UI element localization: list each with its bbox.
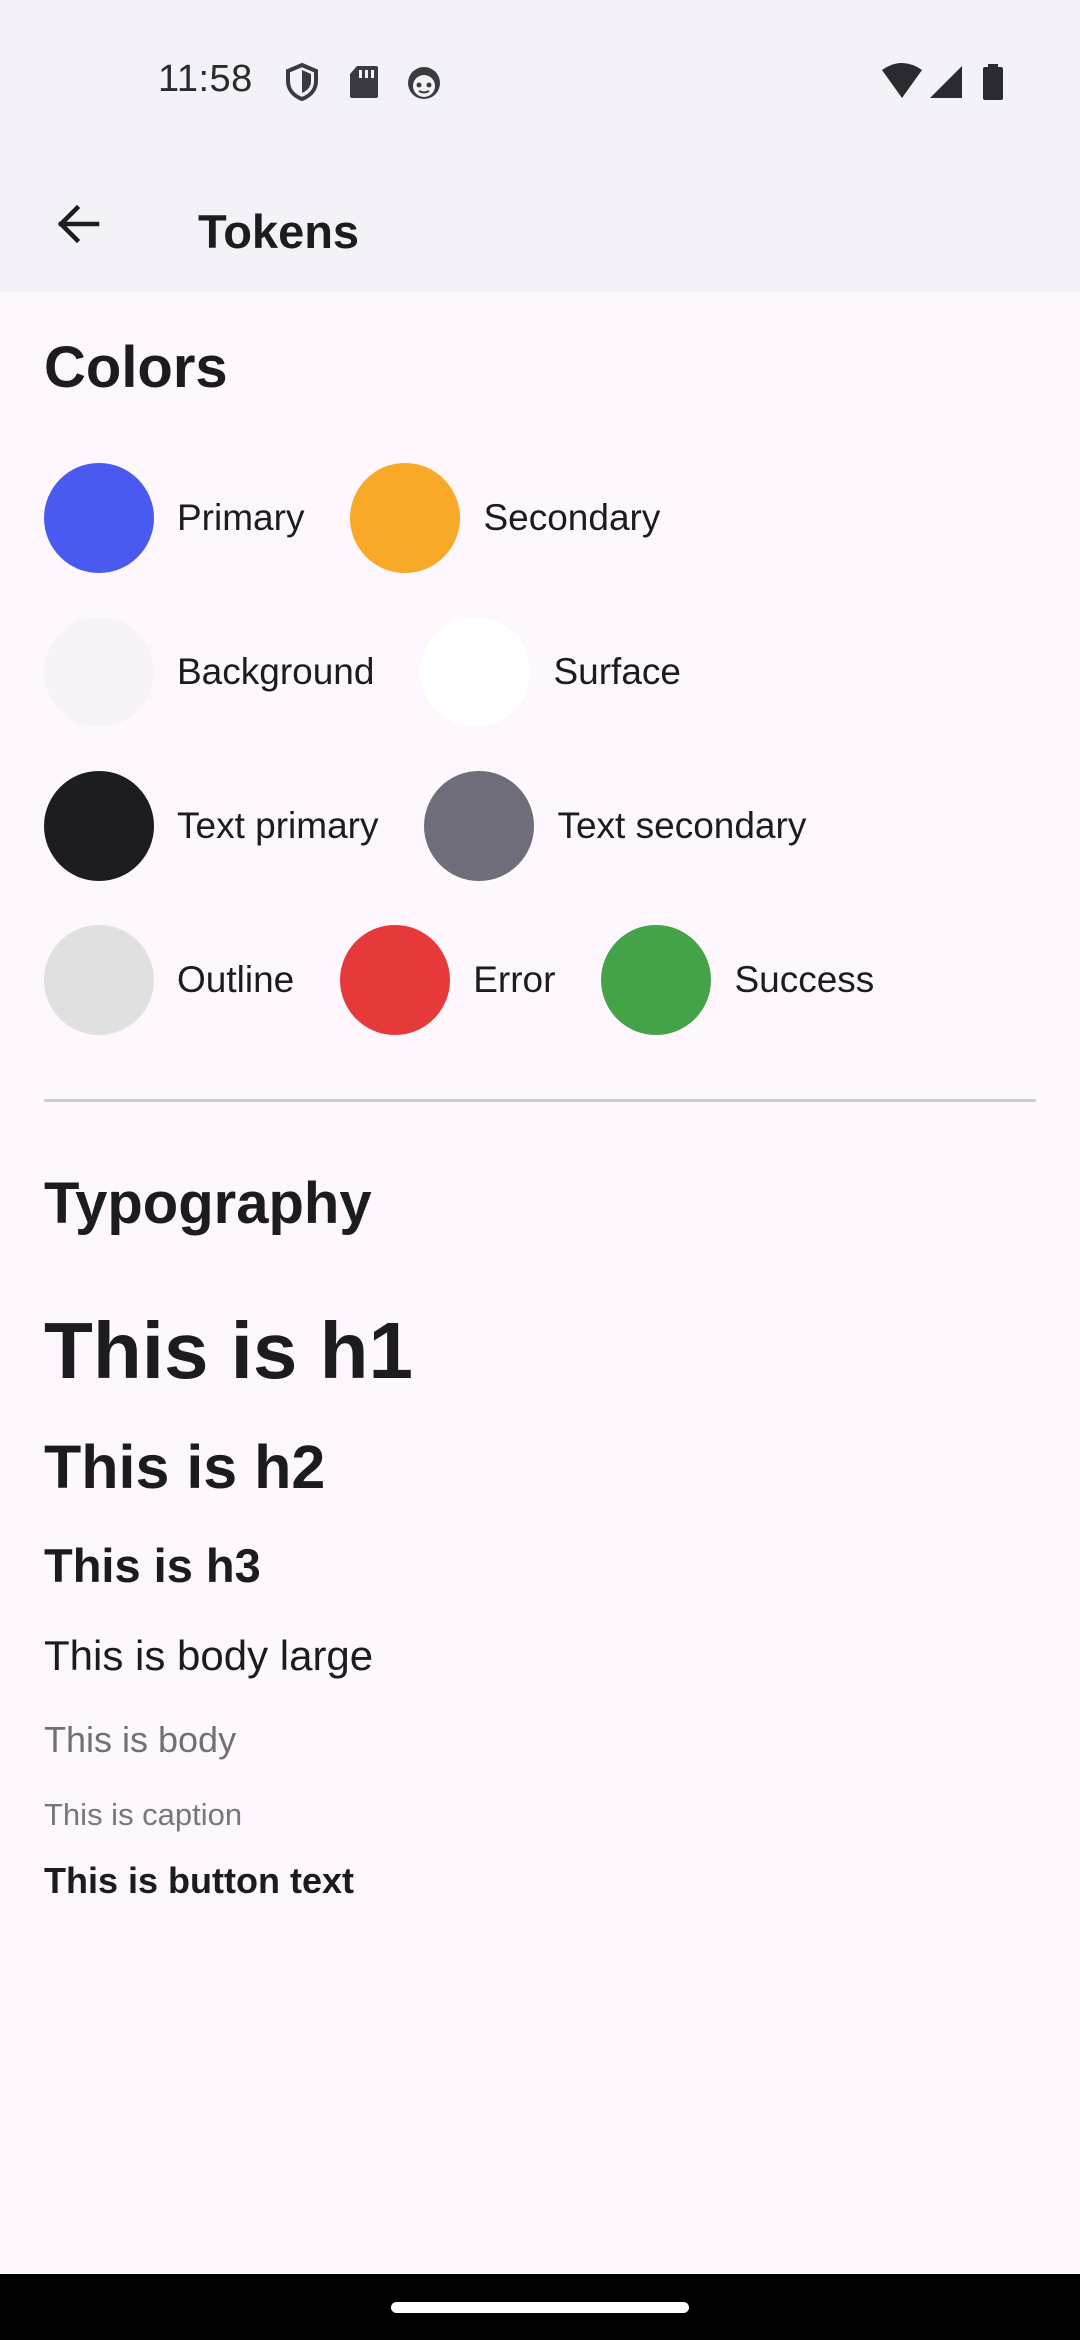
- color-circle: [420, 617, 531, 727]
- color-row: Primary Secondary: [44, 463, 706, 573]
- home-indicator[interactable]: [391, 2302, 689, 2313]
- section-divider: [44, 1099, 1036, 1102]
- color-circle: [44, 925, 154, 1035]
- status-time: 11:58: [158, 58, 253, 100]
- color-swatch-error: Error: [340, 925, 555, 1035]
- battery-icon: [980, 62, 1006, 102]
- back-button[interactable]: [36, 184, 120, 268]
- sample-button-text: This is button text: [44, 1860, 354, 1901]
- color-swatch-outline: Outline: [44, 925, 294, 1035]
- color-label: Text primary: [177, 805, 379, 846]
- colors-section-title: Colors: [44, 335, 228, 400]
- color-swatch-surface: Surface: [420, 617, 681, 727]
- sample-body: This is body: [44, 1719, 237, 1760]
- color-circle: [340, 925, 451, 1035]
- color-circle: [44, 463, 154, 573]
- arrow-back-icon: [53, 199, 103, 254]
- color-swatch-background: Background: [44, 617, 374, 727]
- color-label: Secondary: [483, 497, 661, 538]
- color-swatch-text-secondary: Text secondary: [424, 771, 806, 881]
- color-swatch-secondary: Secondary: [350, 463, 660, 573]
- sd-card-icon: [344, 62, 384, 102]
- color-label: Primary: [177, 497, 305, 538]
- color-row: Background Surface: [44, 617, 727, 727]
- color-row: Text primary Text secondary: [44, 771, 852, 881]
- sample-h1: This is h1: [44, 1306, 413, 1395]
- color-swatch-success: Success: [601, 925, 874, 1035]
- sample-body-large: This is body large: [44, 1632, 374, 1679]
- color-circle: [601, 925, 712, 1035]
- color-label: Error: [473, 959, 556, 1000]
- status-bar: 11:58: [0, 0, 1080, 168]
- color-circle: [44, 617, 154, 727]
- typography-section-title: Typography: [44, 1171, 372, 1236]
- navigation-bar: [0, 2274, 1080, 2340]
- shield-icon: [282, 62, 322, 102]
- color-label: Success: [734, 959, 875, 1000]
- sample-h3: This is h3: [44, 1539, 261, 1592]
- color-circle: [350, 463, 461, 573]
- color-label: Outline: [177, 959, 295, 1000]
- color-row: Outline Error Success: [44, 925, 920, 1035]
- app-bar: Tokens: [0, 168, 1080, 292]
- color-circle: [44, 771, 154, 881]
- color-label: Background: [177, 651, 375, 692]
- page-title: Tokens: [198, 205, 360, 258]
- sample-h2: This is h2: [44, 1433, 326, 1501]
- wifi-icon: [880, 62, 924, 102]
- color-swatch-primary: Primary: [44, 463, 304, 573]
- color-label: Surface: [553, 651, 681, 692]
- color-label: Text secondary: [557, 805, 807, 846]
- signal-icon: [928, 62, 964, 102]
- color-circle: [424, 771, 535, 881]
- color-swatch-text-primary: Text primary: [44, 771, 378, 881]
- sample-caption: This is caption: [44, 1797, 243, 1832]
- android-face-icon: [404, 62, 444, 102]
